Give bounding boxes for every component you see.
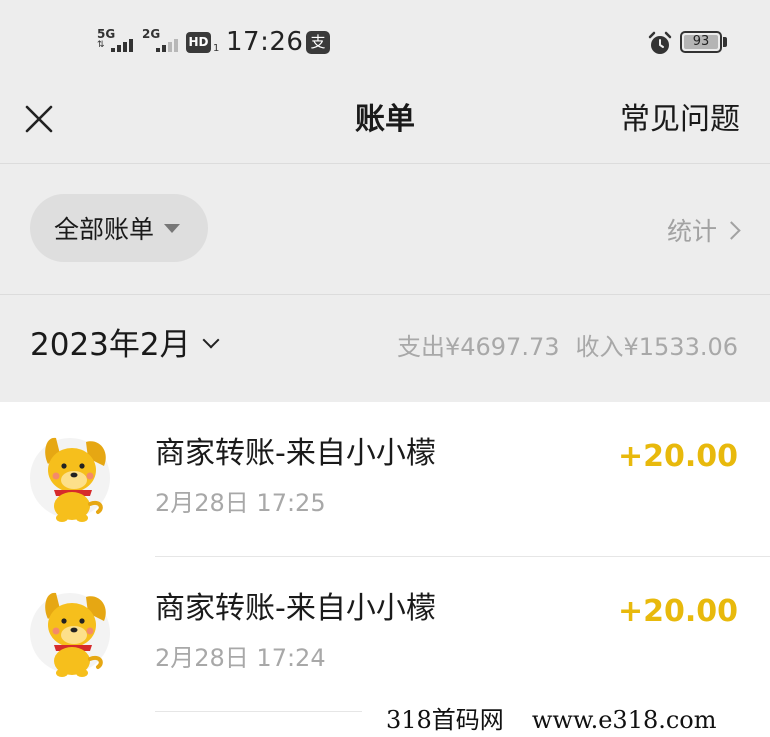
transaction-title: 商家转账-来自小小檬 — [155, 436, 436, 471]
month-label: 2023年2月 — [30, 327, 191, 363]
status-bar: 5G ⇅ 2G HD 1 17:26 支 93 — [0, 0, 770, 84]
site-watermark: 318首码网 www.e318.com — [362, 704, 770, 737]
transaction-time: 2月28日 17:25 — [155, 489, 326, 517]
watermark-left: 318首码网 — [386, 706, 504, 734]
income-value: ¥1533.06 — [623, 333, 738, 361]
alarm-icon — [648, 31, 672, 54]
chevron-right-icon — [722, 220, 741, 240]
month-header: 2023年2月 支出¥4697.73 收入¥1533.06 — [0, 295, 770, 402]
cartoon-dog-avatar — [30, 437, 110, 522]
all-bills-label: 全部账单 — [54, 215, 155, 244]
transaction-row[interactable]: 商家转账-来自小小檬 2月28日 17:24 +20.00 — [0, 557, 770, 712]
transaction-list: 商家转账-来自小小檬 2月28日 17:25 +20.00 商家转账-来自小小檬… — [0, 402, 770, 712]
expense-label: 支出 — [396, 333, 445, 361]
battery-level: 93 — [692, 34, 710, 49]
income-label: 收入 — [575, 333, 624, 361]
status-time: 17:26 — [226, 27, 304, 57]
stats-link[interactable]: 统计 — [666, 212, 741, 248]
transaction-amount: +20.00 — [617, 439, 738, 474]
transaction-time: 2月28日 17:24 — [155, 644, 326, 672]
transaction-amount: +20.00 — [617, 594, 738, 629]
month-summary: 支出¥4697.73 收入¥1533.06 — [397, 331, 738, 363]
battery-icon: 93 — [680, 31, 722, 53]
close-button[interactable] — [18, 98, 62, 142]
all-bills-dropdown[interactable]: 全部账单 — [30, 194, 208, 262]
month-selector[interactable]: 2023年2月 — [30, 325, 220, 365]
nav-bar: 账单 常见问题 — [0, 84, 770, 164]
close-icon — [25, 105, 53, 133]
stats-label: 统计 — [666, 217, 717, 246]
sim2-signal-icon: 2G — [142, 28, 182, 56]
chevron-down-icon — [202, 331, 220, 349]
expense-value: ¥4697.73 — [444, 333, 560, 361]
hd-sub-label: 1 — [213, 43, 220, 54]
cartoon-dog-avatar — [30, 592, 110, 677]
caret-down-icon — [164, 223, 181, 233]
sim1-signal-icon: 5G ⇅ — [97, 28, 137, 56]
hd-icon: HD — [186, 32, 211, 53]
filter-bar: 全部账单 统计 — [0, 164, 770, 295]
faq-link[interactable]: 常见问题 — [620, 100, 740, 140]
transaction-title: 商家转账-来自小小檬 — [155, 591, 436, 626]
watermark-right: www.e318.com — [531, 706, 717, 734]
transaction-row[interactable]: 商家转账-来自小小檬 2月28日 17:25 +20.00 — [0, 402, 770, 557]
alipay-icon: 支 — [306, 31, 330, 54]
